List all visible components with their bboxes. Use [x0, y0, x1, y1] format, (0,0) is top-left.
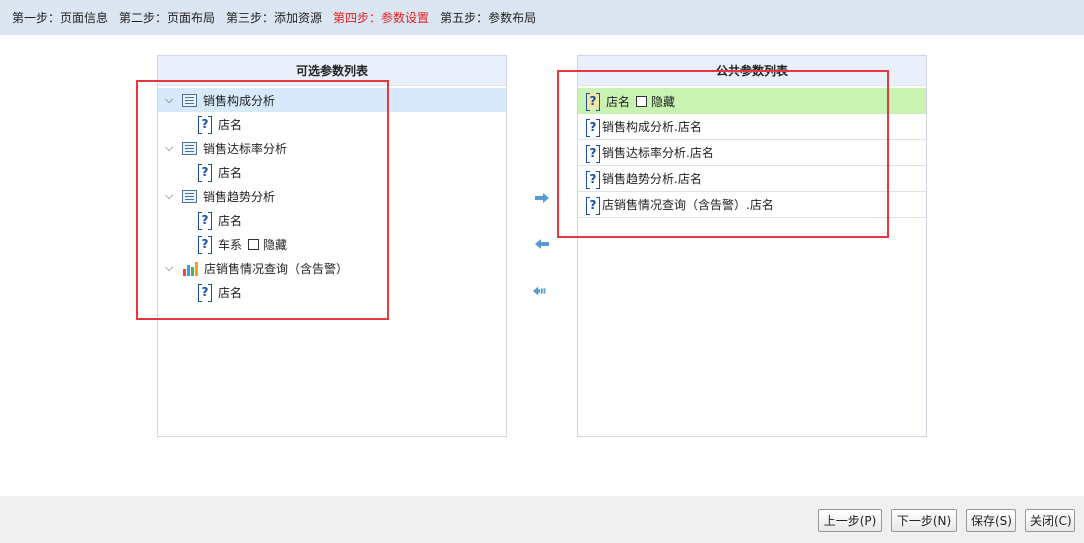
move-left-icon[interactable] [534, 238, 550, 250]
step-2[interactable]: 第二步：页面布局 [119, 9, 215, 26]
prev-button[interactable]: 上一步(P) [818, 509, 882, 532]
highlight-box-left [136, 80, 389, 320]
next-button[interactable]: 下一步(N) [891, 509, 957, 532]
move-right-icon[interactable] [534, 192, 550, 204]
highlight-box-right [557, 70, 889, 238]
wizard-steps: 第一步：页面信息 第二步：页面布局 第三步：添加资源 第四步：参数设置 第五步：… [0, 0, 1084, 35]
step-5[interactable]: 第五步：参数布局 [440, 9, 536, 26]
save-button[interactable]: 保存(S) [966, 509, 1016, 532]
close-button[interactable]: 关闭(C) [1025, 509, 1075, 532]
move-all-left-icon[interactable] [532, 285, 548, 297]
step-4-current[interactable]: 第四步：参数设置 [333, 9, 429, 26]
step-3[interactable]: 第三步：添加资源 [226, 9, 322, 26]
step-1[interactable]: 第一步：页面信息 [12, 9, 108, 26]
